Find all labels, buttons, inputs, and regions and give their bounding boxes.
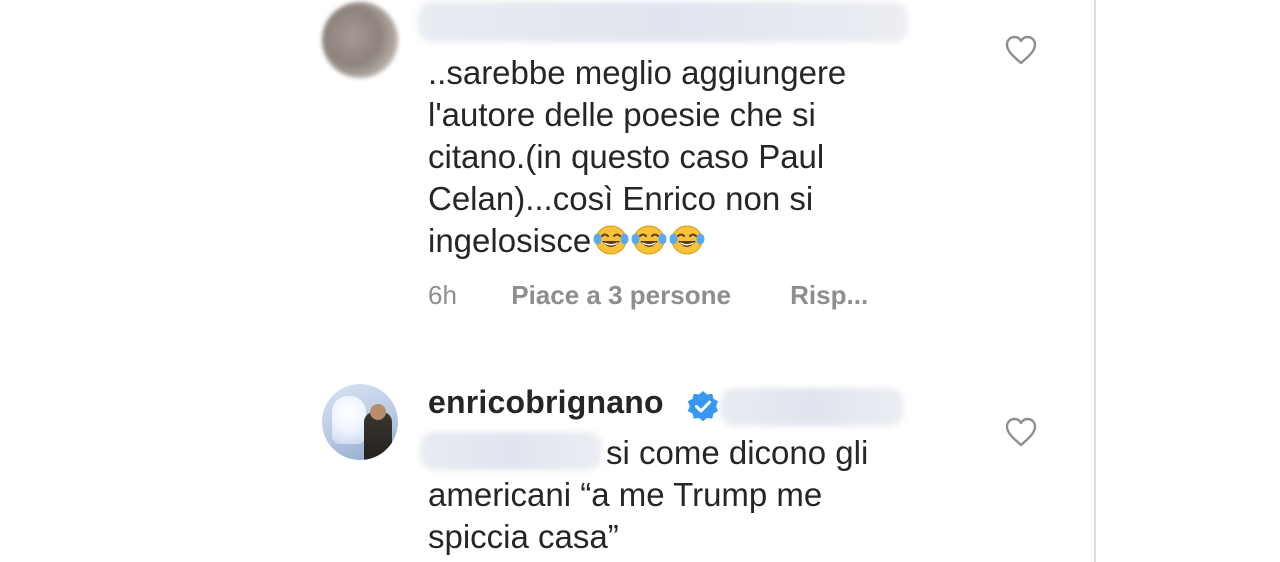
heart-outline-icon[interactable] [1004, 34, 1038, 66]
face-with-tears-of-joy-emoji [669, 225, 705, 255]
comment-text-rest: americani “a me Trump me spiccia casa” [428, 476, 823, 555]
likes-link[interactable]: Piace a 3 persone [511, 280, 731, 311]
blurred-mention-2 [420, 432, 602, 470]
emoji-group [591, 222, 705, 259]
verified-badge-icon [687, 391, 719, 422]
face-with-tears-of-joy-emoji [631, 225, 667, 255]
comment-username[interactable]: enricobrignano [428, 384, 664, 421]
comment-text: ..sarebbe meglio aggiungere l'autore del… [428, 52, 948, 262]
blurred-username [418, 2, 908, 42]
comment-text-first-line: si come dicono gli [606, 434, 869, 471]
comment-time: 6h [428, 280, 457, 310]
avatar-figure-mascot [332, 396, 366, 444]
reply-button[interactable]: Risp... [790, 280, 868, 311]
avatar-figure-head [370, 404, 386, 420]
blurred-mention [720, 388, 904, 426]
comment-meta: 6h Piace a 3 persone Risp... [428, 280, 868, 311]
heart-outline-icon[interactable] [1004, 416, 1038, 448]
avatar-blurred[interactable] [322, 2, 398, 78]
right-divider [1094, 0, 1096, 562]
face-with-tears-of-joy-emoji [593, 225, 629, 255]
comment-1: ..sarebbe meglio aggiungere l'autore del… [0, 0, 1094, 330]
comment-thread: ..sarebbe meglio aggiungere l'autore del… [0, 0, 1280, 562]
avatar-enricobrignano[interactable] [322, 384, 398, 460]
